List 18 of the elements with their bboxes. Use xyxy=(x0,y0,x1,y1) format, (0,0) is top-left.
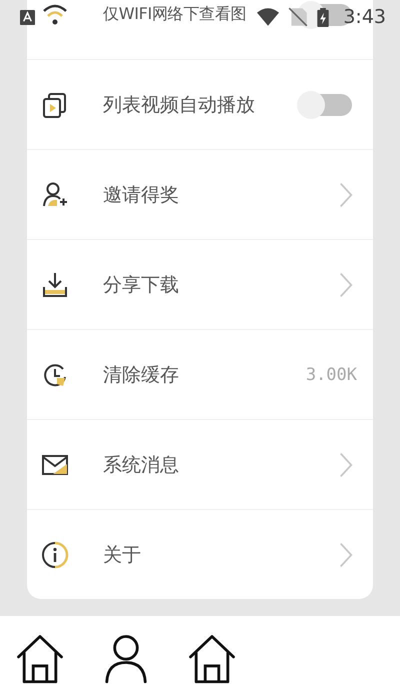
video-icon xyxy=(41,90,69,118)
home-icon[interactable] xyxy=(187,632,237,684)
clock-time: 3:43 xyxy=(343,6,386,28)
wifi-signal-icon xyxy=(257,6,280,28)
home-icon[interactable] xyxy=(15,632,65,684)
setting-label[interactable]: 仅WIFI网络下查看图 xyxy=(103,4,246,25)
no-sim-icon xyxy=(287,6,310,28)
toggle-switch[interactable] xyxy=(300,94,352,116)
setting-label[interactable]: 邀请得奖 xyxy=(103,182,179,208)
cache-size: 3.00K xyxy=(306,364,357,384)
setting-label[interactable]: 列表视频自动播放 xyxy=(103,92,255,118)
setting-label[interactable]: 清除缓存 xyxy=(103,362,179,388)
setting-label[interactable]: 系统消息 xyxy=(103,452,179,478)
person-add-icon xyxy=(41,180,69,208)
setting-label[interactable]: 分享下载 xyxy=(103,272,179,298)
download-icon xyxy=(41,270,69,298)
info-icon xyxy=(41,540,69,568)
setting-label[interactable]: 关于 xyxy=(103,542,141,568)
